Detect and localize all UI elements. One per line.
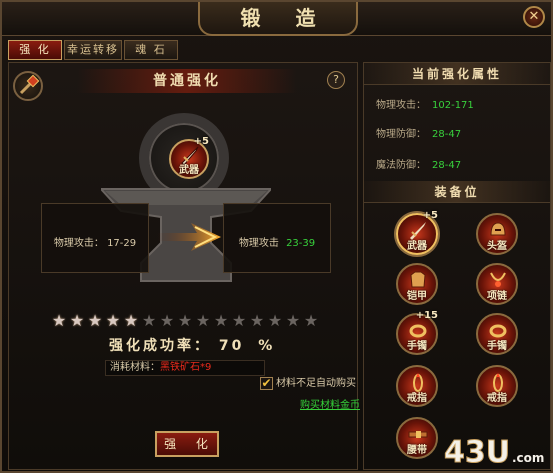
star-empty-icon: ★ [213,311,229,330]
current-stat-box: 物理攻击： 17-29 [41,203,149,273]
close-button[interactable]: ✕ [523,6,545,28]
auto-buy-checkbox[interactable]: ✔ [260,376,273,390]
star-filled-icon: ★ [51,311,67,330]
equipment-title: 装备位 [434,185,480,199]
star-empty-icon: ★ [267,311,283,330]
upgrade-arrow-icon [157,223,221,251]
success-rate-label: 强化成功率： [109,338,211,354]
current-stat-value: 17-29 [107,238,137,249]
item-name: 武器 [179,165,199,176]
equip-slot-weapon[interactable]: +5 武器 [396,210,438,255]
slot-name: 武器 [407,241,427,252]
star-empty-icon: ★ [231,311,247,330]
next-stat-box: 物理攻击 23-39 [223,203,331,273]
current-attrs-header: 当前强化属性 [364,63,550,85]
success-rate: 强化成功率： 70 % [109,335,275,355]
next-stat-label: 物理攻击 [238,238,279,249]
slot-name: 头盔 [487,241,507,252]
title-bar: 锻 造 ✕ [2,2,551,36]
help-button[interactable]: ? [327,71,345,89]
star-empty-icon: ★ [195,311,211,330]
forge-window: 锻 造 ✕ 强 化 幸运转移 魂 石 普通强化 ? +5 武器 物理攻击： 17… [0,0,553,473]
star-filled-icon: ★ [87,311,103,330]
attr-value: 102-171 [432,100,474,111]
slot-name: 铠甲 [407,291,427,302]
attr-value: 28-47 [432,160,462,171]
slot-plus-level: +15 [415,310,438,321]
auto-buy-label: 材料不足自动购买 [276,378,356,389]
buy-materials-link[interactable]: 购买材料金币 [300,396,360,411]
attr-row: 物理防御： 28-47 [376,125,461,140]
equip-slot-bracelet-left[interactable]: +15 手镯 [396,310,438,355]
enhance-header: 普通强化 [77,69,297,93]
hammer-icon [19,74,40,95]
equip-slot-necklace[interactable]: 项链 [476,263,518,305]
next-stat: 物理攻击 23-39 [224,234,330,249]
star-filled-icon: ★ [69,311,85,330]
auto-buy-option[interactable]: ✔ 材料不足自动购买 [260,374,356,390]
slot-name: 手镯 [407,341,427,352]
star-empty-icon: ★ [249,311,265,330]
attr-label: 物理攻击： [376,100,426,111]
slot-name: 腰带 [407,445,427,456]
slot-name: 手镯 [487,341,507,352]
material-cost: 消耗材料：黑铁矿石*9 [105,360,265,376]
equipment-header: 装备位 [364,181,550,203]
slot-plus-level: +5 [422,210,438,221]
watermark-text: 43U [444,435,510,470]
tab-luck-transfer[interactable]: 幸运转移 [64,40,122,60]
equip-slot-ring-left[interactable]: 戒指 [396,365,438,407]
star-empty-icon: ★ [177,311,193,330]
slot-name: 项链 [487,291,507,302]
tab-enhance[interactable]: 强 化 [8,40,62,60]
star-empty-icon: ★ [159,311,175,330]
current-stat: 物理攻击： 17-29 [42,234,148,249]
attr-label: 物理防御： [376,129,426,140]
attr-row: 物理攻击： 102-171 [376,96,474,111]
enhance-title: 普通强化 [153,73,221,89]
star-empty-icon: ★ [303,311,319,330]
current-stat-label: 物理攻击： [53,238,104,249]
slot-name: 戒指 [487,393,507,404]
equip-slot-helmet[interactable]: 头盔 [476,213,518,255]
material-cost-value: 黑铁矿石*9 [160,362,212,373]
window-title: 锻 造 [240,6,330,30]
star-empty-icon: ★ [141,311,157,330]
enhance-button[interactable]: 强 化 [155,431,219,457]
attr-row: 魔法防御： 28-47 [376,156,461,171]
star-empty-icon: ★ [285,311,301,330]
equip-slot-belt[interactable]: 腰带 [396,417,438,459]
star-filled-icon: ★ [105,311,121,330]
success-rate-value: 70 [218,338,245,354]
title-plate: 锻 造 [198,2,358,36]
star-filled-icon: ★ [123,311,139,330]
slot-name: 戒指 [407,393,427,404]
hammer-button[interactable] [13,71,43,101]
equip-slot-armor[interactable]: 铠甲 [396,263,438,305]
equip-slot-ring-right[interactable]: 戒指 [476,365,518,407]
current-attrs-title: 当前强化属性 [411,67,502,81]
equipment-panel: 当前强化属性 物理攻击： 102-171 物理防御： 28-47 魔法防御： 28-4… [363,62,551,470]
success-rate-unit: % [258,338,276,354]
equip-slot-bracelet-right[interactable]: 手镯 [476,313,518,355]
attr-value: 28-47 [432,129,462,140]
site-watermark-logo: 43U .com [444,435,545,471]
item-plus-level: +5 [193,136,209,147]
target-item-slot[interactable]: +5 武器 [169,136,209,179]
svg-text:.com: .com [512,451,544,465]
next-stat-value: 23-39 [286,238,316,249]
close-icon: ✕ [528,9,540,24]
material-cost-label: 消耗材料： [110,362,160,373]
attr-label: 魔法防御： [376,160,426,171]
tab-soul-stone[interactable]: 魂 石 [124,40,178,60]
